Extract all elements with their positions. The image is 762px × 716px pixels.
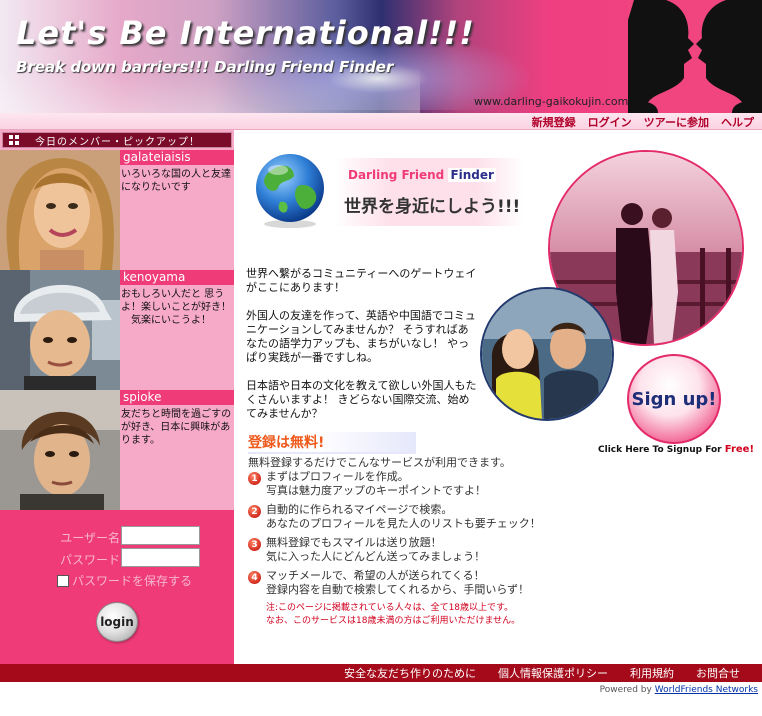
member-name[interactable]: kenoyama <box>120 270 234 285</box>
username-label: ユーザー名 <box>60 531 120 545</box>
signup-button[interactable]: Sign up! <box>627 354 721 444</box>
top-nav: 新規登録 ログイン ツアーに参加 ヘルプ <box>0 113 762 130</box>
number-bullet-icon: 3 <box>248 538 261 551</box>
nav-login-link[interactable]: ログイン <box>588 114 632 130</box>
member-card[interactable]: spioke 友だちと時間を過ごすのが好き、日本に興味があります。 <box>0 390 234 510</box>
member-photo[interactable] <box>0 150 120 270</box>
member-card[interactable]: galateiaisis いろいろな国の人と友達になりたいです <box>0 150 234 270</box>
footer-contact-link[interactable]: お問合せ <box>696 665 740 681</box>
globe-icon <box>256 154 324 228</box>
site-title: Let's Be International!!! <box>16 14 475 52</box>
intro-paragraph: 日本語や日本の文化を教えて欲しい外国人もたくさんいますよ！ きどらない国際交流、… <box>246 379 477 420</box>
feature-line1: まずはプロフィールを作成。 <box>266 470 409 483</box>
man-portrait-icon <box>0 390 120 510</box>
intro-paragraph: 外国人の友達を作って、英語や中国語でコミュニケーションしてみませんか？ そうすれ… <box>246 309 476 364</box>
site-url: www.darling-gaikokujin.com <box>474 95 629 108</box>
free-registration-desc: 無料登録するだけでこんなサービスが利用できます。 <box>248 456 511 469</box>
couple-smiling-photo <box>480 287 614 421</box>
nav-register-link[interactable]: 新規登録 <box>532 114 576 130</box>
pickup-header: 今日のメンバー・ピックアップ！ <box>2 132 232 148</box>
member-message: 友だちと時間を過ごすのが好き、日本に興味があります。 <box>121 409 232 446</box>
remember-password-label[interactable]: パスワードを保存する <box>72 572 192 589</box>
member-card[interactable]: kenoyama おもしろい人だと 思うよ！楽しいことが好き！ 気楽にいこうよ！ <box>0 270 234 390</box>
kissing-silhouette-image <box>628 0 762 113</box>
signup-caption-text: Click Here To Signup For <box>598 445 722 455</box>
slogan: 世界を身近にしよう!!! <box>344 197 521 217</box>
powered-by-link[interactable]: WorldFriends Networks <box>655 685 758 695</box>
number-bullet-icon: 4 <box>248 571 261 584</box>
dff-logo-part2: Finder <box>448 168 496 182</box>
age-notice: 注:このページに掲載されている人々は、全て18歳以上です。 なお、このサービスは… <box>266 602 520 628</box>
feature-line2: あなたのプロフィールを見た人のリストも要チェック！ <box>266 517 541 530</box>
footer-links: 安全な友だち作りのために 個人情報保護ポリシー 利用規約 お問合せ <box>344 665 740 681</box>
number-bullet-icon: 1 <box>248 472 261 485</box>
man-cap-portrait-icon <box>0 270 120 390</box>
feature-line2: 気に入った人にどんどん送ってみましょう！ <box>266 550 486 563</box>
sidebar: 今日のメンバー・ピックアップ！ galateiaisis いろいろな国の人と友達… <box>0 130 234 664</box>
nav-help-link[interactable]: ヘルプ <box>721 114 754 130</box>
powered-prefix: Powered by <box>599 685 652 695</box>
signup-caption[interactable]: Click Here To Signup For Free! <box>598 444 754 455</box>
remember-row: パスワードを保存する <box>57 572 192 589</box>
woman-portrait-icon <box>0 150 120 270</box>
feature-item: 1 まずはプロフィールを作成。 写真は魅力度アップのキーポイントですよ！ <box>248 470 548 498</box>
couple-portrait-icon <box>482 289 612 419</box>
header-banner: Let's Be International!!! Break down bar… <box>0 0 762 113</box>
feature-line2: 写真は魅力度アップのキーポイントですよ！ <box>266 484 486 497</box>
member-name[interactable]: spioke <box>120 390 234 405</box>
number-bullet-icon: 2 <box>248 505 261 518</box>
signup-free-text: Free! <box>724 444 754 455</box>
powered-by: Powered by WorldFriends Networks <box>600 685 758 695</box>
site-tagline: Break down barriers!!! Darling Friend Fi… <box>16 58 394 76</box>
notice-line1: 注:このページに掲載されている人々は、全て18歳以上です。 <box>266 603 514 613</box>
login-form: ユーザー名 パスワード パスワードを保存する login <box>0 510 234 664</box>
grid-icon <box>9 135 19 145</box>
password-input[interactable] <box>121 548 200 567</box>
password-label: パスワード <box>59 553 120 567</box>
feature-line2: 登録内容を自動で検索してくれるから、手間いらず！ <box>266 583 530 596</box>
remember-password-checkbox[interactable] <box>57 574 69 587</box>
pickup-title: 今日のメンバー・ピックアップ！ <box>35 136 200 148</box>
nav-tour-link[interactable]: ツアーに参加 <box>644 114 709 130</box>
feature-list: 1 まずはプロフィールを作成。 写真は魅力度アップのキーポイントですよ！ 2 自… <box>248 470 548 602</box>
username-input[interactable] <box>121 526 200 545</box>
feature-line1: 自動的に作られるマイページで検索。 <box>266 503 453 516</box>
member-photo[interactable] <box>0 390 120 510</box>
feature-item: 2 自動的に作られるマイページで検索。 あなたのプロフィールを見た人のリストも要… <box>248 503 548 531</box>
feature-item: 4 マッチメールで、希望の人が送られてくる！ 登録内容を自動で検索してくれるから… <box>248 569 548 597</box>
dff-logo: Darling Friend Finder <box>348 168 496 182</box>
feature-line1: 無料登録でもスマイルは送り放題！ <box>266 536 442 549</box>
footer-bar: 安全な友だち作りのために 個人情報保護ポリシー 利用規約 お問合せ <box>0 664 762 682</box>
intro-paragraph: 世界へ繋がるコミュニティーへのゲートウェイがここにあります！ <box>246 267 477 294</box>
footer-privacy-link[interactable]: 個人情報保護ポリシー <box>498 665 608 681</box>
password-row: パスワード <box>0 548 234 568</box>
intro-text: 世界へ繋がるコミュニティーへのゲートウェイがここにあります！ 外国人の友達を作っ… <box>246 267 478 435</box>
username-row: ユーザー名 <box>0 526 234 546</box>
dff-banner: Darling Friend Finder 世界を身近にしよう!!! <box>334 158 524 226</box>
silhouette-icon <box>628 0 762 113</box>
member-message: いろいろな国の人と友達になりたいです <box>121 169 231 193</box>
main-content: Darling Friend Finder 世界を身近にしよう!!! Sign … <box>234 130 762 664</box>
top-nav-links: 新規登録 ログイン ツアーに参加 ヘルプ <box>532 114 754 130</box>
footer-terms-link[interactable]: 利用規約 <box>630 665 674 681</box>
dff-logo-part1: Darling Friend <box>348 168 445 182</box>
notice-line2: なお、このサービスは18歳未満の方はご利用いただけません。 <box>266 616 521 626</box>
feature-line1: マッチメールで、希望の人が送られてくる！ <box>266 569 485 582</box>
member-name[interactable]: galateiaisis <box>120 150 234 165</box>
free-registration-title: 登録は無料! <box>248 432 416 454</box>
member-message: おもしろい人だと 思うよ！楽しいことが好き！ 気楽にいこうよ！ <box>121 289 231 326</box>
feature-item: 3 無料登録でもスマイルは送り放題！ 気に入った人にどんどん送ってみましょう！ <box>248 536 548 564</box>
member-photo[interactable] <box>0 270 120 390</box>
footer-safety-link[interactable]: 安全な友だち作りのために <box>344 665 476 681</box>
login-button[interactable]: login <box>96 602 138 642</box>
